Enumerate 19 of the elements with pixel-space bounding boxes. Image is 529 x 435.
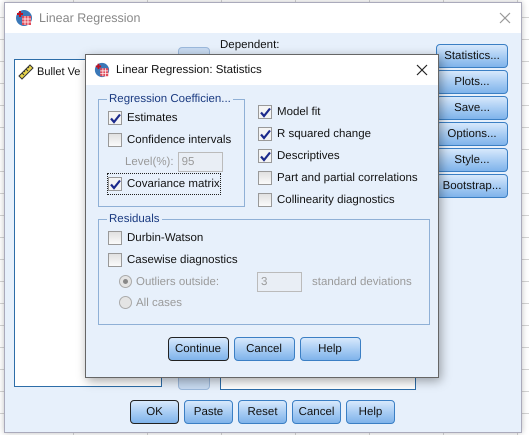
option-label: Part and partial correlations (277, 172, 418, 184)
dependent-label: Dependent: (220, 39, 280, 51)
option-label: Casewise diagnostics (127, 254, 238, 266)
option-label: Estimates (127, 112, 178, 124)
window-title: Linear Regression (39, 11, 142, 25)
option-label: Outliers outside: (136, 276, 220, 288)
option-label: Descriptives (277, 150, 340, 162)
field-label: Level(%): (125, 156, 174, 168)
option-label: Durbin-Watson (127, 232, 204, 244)
field-suffix: standard deviations (312, 276, 412, 288)
option-label: Model fit (277, 106, 320, 118)
option-label: R squared change (277, 128, 371, 140)
option-label: All cases (136, 296, 182, 308)
option-label: Confidence intervals (127, 134, 232, 146)
option-label: Collinearity diagnostics (277, 194, 395, 206)
dialog-title: Linear Regression: Statistics (116, 64, 263, 76)
group-title: Regression Coefficien... (108, 93, 232, 105)
option-label: Covariance matrix (127, 178, 220, 190)
group-title: Residuals (108, 213, 160, 225)
